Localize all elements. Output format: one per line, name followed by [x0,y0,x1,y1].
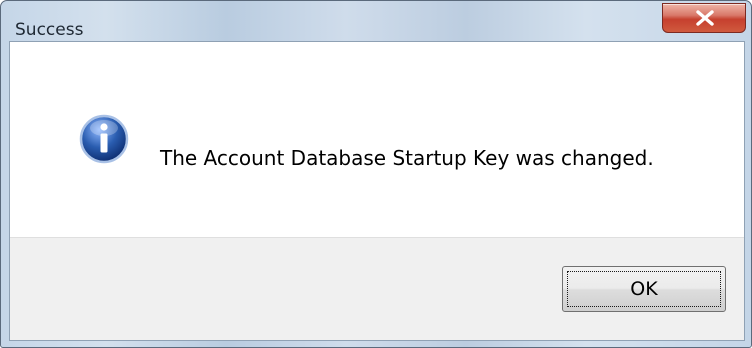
dialog-title: Success [15,20,84,40]
message-area: The Account Database Startup Key was cha… [10,42,744,237]
title-bar[interactable]: Success [1,1,751,41]
button-bar: OK [10,237,744,340]
dialog-window: Success The Account Database Startup Key… [0,0,752,348]
dialog-body: The Account Database Startup Key was cha… [9,41,745,341]
close-icon [696,10,714,26]
information-icon [79,114,129,164]
ok-button-label: OK [567,271,721,307]
message-text: The Account Database Startup Key was cha… [160,146,654,170]
close-button[interactable] [662,3,746,33]
ok-button[interactable]: OK [562,266,726,312]
